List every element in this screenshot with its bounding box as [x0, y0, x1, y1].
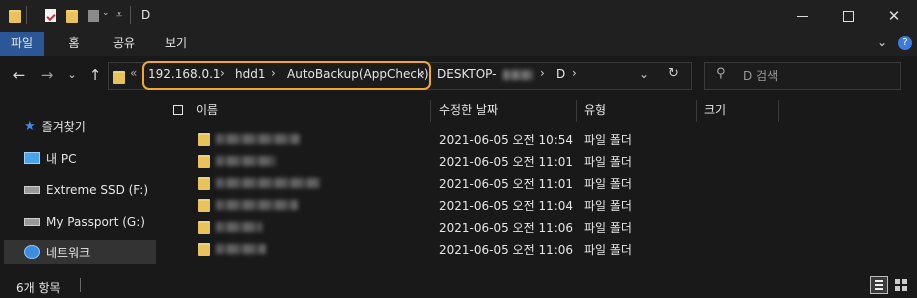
column-divider[interactable] — [778, 100, 779, 122]
table-row[interactable]: 2021-06-05 오전 11:01 파일 폴더 — [160, 172, 740, 194]
sidebar-item-this-pc[interactable]: 내 PC — [24, 148, 76, 168]
folder-icon — [113, 71, 125, 84]
back-button[interactable]: ← — [9, 66, 29, 84]
maximize-button[interactable] — [825, 0, 871, 32]
address-dropdown-icon[interactable]: ⌄ — [639, 67, 649, 81]
customize-qat-icon[interactable]: ⩡ — [116, 8, 122, 22]
sidebar-item-label: 내 PC — [46, 151, 77, 166]
folder-icon — [198, 243, 210, 256]
modified-cell: 2021-06-05 오전 10:54 — [439, 133, 574, 147]
modified-cell: 2021-06-05 오전 11:06 — [439, 243, 574, 257]
sidebar-item-label: My Passport (G:) — [46, 215, 145, 229]
redacted-text — [503, 70, 533, 80]
sidebar-item-label: 즐겨찾기 — [41, 119, 86, 134]
overflow-crumbs[interactable]: « — [130, 66, 137, 80]
folder-icon — [198, 155, 210, 168]
table-row[interactable]: 2021-06-05 오전 11:01 파일 폴더 — [160, 150, 740, 172]
sidebar-item-extreme-ssd[interactable]: Extreme SSD (F:) — [24, 180, 148, 200]
search-icon: ⚲ — [716, 66, 726, 81]
column-divider[interactable] — [696, 100, 697, 122]
new-folder-icon[interactable] — [66, 10, 78, 23]
forward-button[interactable]: → — [37, 66, 57, 84]
type-cell: 파일 폴더 — [584, 155, 632, 169]
pc-icon — [24, 152, 40, 164]
modified-cell: 2021-06-05 오전 11:06 — [439, 221, 574, 235]
divider — [80, 278, 81, 292]
sidebar-item-my-passport[interactable]: My Passport (G:) — [24, 212, 145, 232]
divider — [130, 6, 131, 24]
type-cell: 파일 폴더 — [584, 221, 632, 235]
folder-icon — [198, 133, 210, 146]
sidebar-item-favorites[interactable]: ★ 즐겨찾기 — [24, 116, 86, 136]
crumb-current[interactable]: D — [556, 67, 565, 81]
status-bar — [0, 272, 917, 298]
type-cell: 파일 폴더 — [584, 177, 632, 191]
drive-icon — [24, 186, 40, 194]
qat-icon[interactable] — [88, 10, 99, 22]
chevron-right-icon[interactable]: › — [572, 66, 577, 80]
item-count: 6개 항목 — [16, 281, 61, 295]
help-icon[interactable]: ? — [898, 36, 912, 50]
redacted-filename — [216, 200, 298, 210]
search-placeholder: D 검색 — [743, 69, 779, 83]
maximize-icon — [842, 10, 854, 22]
chevron-right-icon[interactable]: › — [540, 66, 545, 80]
type-cell: 파일 폴더 — [584, 133, 632, 147]
column-header-type[interactable]: 유형 — [584, 100, 606, 122]
search-input[interactable] — [704, 62, 901, 90]
drive-icon — [24, 218, 40, 226]
sidebar-item-label: 네트워크 — [46, 245, 91, 260]
crumb-desktop[interactable]: DESKTOP- — [437, 67, 496, 81]
tab-share[interactable]: 공유 — [104, 32, 144, 56]
type-cell: 파일 폴더 — [584, 243, 632, 257]
modified-cell: 2021-06-05 오전 11:04 — [439, 199, 574, 213]
redacted-filename — [216, 156, 276, 166]
tab-home[interactable]: 홈 — [58, 32, 90, 56]
redacted-filename — [216, 222, 262, 232]
close-icon: ✕ — [887, 7, 901, 25]
table-row[interactable]: 2021-06-05 오전 10:54 파일 폴더 — [160, 128, 740, 150]
column-header-modified[interactable]: 수정한 날짜 — [439, 100, 498, 122]
folder-icon — [198, 177, 210, 190]
column-header-name[interactable]: 이름 — [196, 100, 218, 122]
recent-locations-icon[interactable]: ⌄ — [62, 68, 82, 81]
folder-icon — [9, 10, 21, 23]
column-divider[interactable] — [430, 100, 431, 122]
select-all-checkbox[interactable] — [173, 105, 183, 115]
redacted-filename — [216, 244, 266, 254]
type-cell: 파일 폴더 — [584, 199, 632, 213]
details-view-icon — [875, 280, 883, 290]
folder-icon — [198, 221, 210, 234]
minimize-icon — [796, 15, 808, 17]
expand-ribbon-icon[interactable]: ⌄ — [877, 35, 887, 49]
address-highlight — [142, 61, 431, 90]
close-button[interactable]: ✕ — [871, 0, 917, 32]
folder-icon — [198, 199, 210, 212]
sidebar-item-network[interactable]: 네트워크 — [24, 242, 90, 262]
table-row[interactable]: 2021-06-05 오전 11:06 파일 폴더 — [160, 216, 740, 238]
star-icon: ★ — [24, 118, 36, 134]
network-icon — [24, 245, 40, 259]
modified-cell: 2021-06-05 오전 11:01 — [439, 177, 574, 191]
large-icons-view-icon — [895, 279, 907, 291]
redacted-filename — [216, 134, 300, 144]
divider — [26, 6, 27, 24]
window-title: D — [141, 8, 151, 22]
tab-view[interactable]: 보기 — [156, 32, 196, 56]
redacted-filename — [216, 178, 320, 188]
chevron-down-icon[interactable]: ⌄ — [102, 8, 110, 18]
large-icons-view-button[interactable] — [893, 277, 909, 293]
properties-icon[interactable] — [45, 9, 56, 22]
sidebar-item-label: Extreme SSD (F:) — [46, 183, 148, 197]
table-row[interactable]: 2021-06-05 오전 11:04 파일 폴더 — [160, 194, 740, 216]
modified-cell: 2021-06-05 오전 11:01 — [439, 155, 574, 169]
refresh-icon[interactable]: ↻ — [668, 66, 679, 81]
minimize-button[interactable] — [779, 0, 825, 32]
table-row[interactable]: 2021-06-05 오전 11:06 파일 폴더 — [160, 238, 740, 260]
details-view-button[interactable] — [870, 276, 888, 294]
column-header-size[interactable]: 크기 — [704, 100, 726, 122]
up-button[interactable]: ↑ — [85, 66, 105, 84]
tab-file[interactable]: 파일 — [0, 32, 44, 56]
column-divider[interactable] — [576, 100, 577, 122]
